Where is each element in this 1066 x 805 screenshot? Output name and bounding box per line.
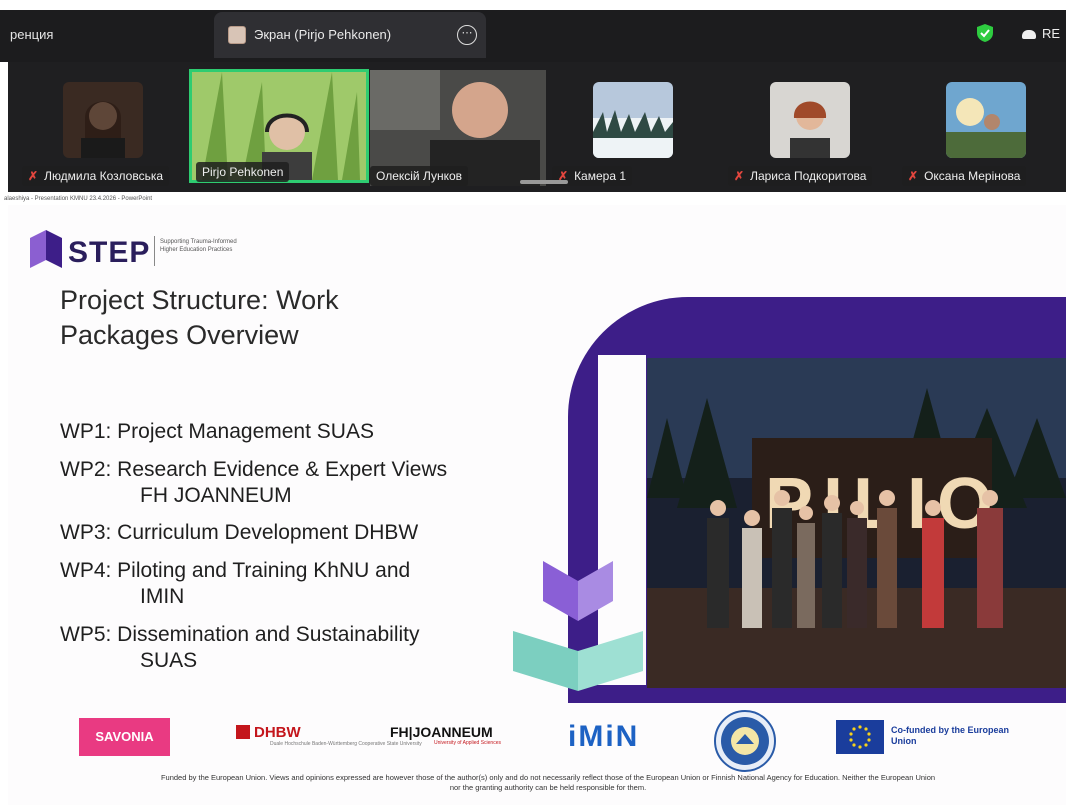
partner-logos: SAVONIA DHBW Duale Hochschule Baden-Württ… [8, 710, 1066, 772]
tab-screen-share-label: Экран (Pirjo Pehkonen) [254, 27, 392, 42]
slide-title: Project Structure: Work Packages Overvie… [60, 285, 339, 350]
participant-video [593, 82, 673, 158]
list-item: WP5: Dissemination and Sustainability SU… [60, 622, 530, 674]
dhbw-mark-icon [236, 725, 250, 739]
shield-icon[interactable] [977, 24, 993, 42]
decorative-book-icon [513, 561, 643, 691]
participant-name: Лариса Подкоритова [750, 169, 867, 183]
more-options-icon[interactable]: ⋯ [457, 25, 477, 45]
wp-line-2: FH JOANNEUM [140, 484, 292, 507]
university-seal-icon [714, 710, 776, 772]
participants-strip: ✗ Людмила Козловська Pirjo Pehkonen Олекс… [8, 62, 1066, 192]
record-label: RE [1042, 26, 1061, 41]
list-item: WP1: Project Management SUAS [60, 419, 530, 445]
strip-scroll-handle[interactable] [520, 180, 568, 184]
step-book-icon [30, 230, 62, 268]
participant-name: Олексій Лунков [376, 169, 463, 183]
participant-name-tag: ✗ Людмила Козловська [22, 166, 170, 186]
mic-off-icon: ✗ [908, 169, 919, 183]
participant-video [946, 82, 1026, 158]
dhbw-logo-text: DHBW [254, 724, 301, 741]
wp-line: WP3: Curriculum Development DHBW [60, 521, 419, 544]
tab-screen-share[interactable]: Экран (Pirjo Pehkonen) ⋯ [214, 12, 486, 58]
wp-line-2: SUAS [140, 649, 198, 672]
group-photo: PILIO [647, 358, 1066, 688]
imin-logo: iMiN [568, 720, 640, 753]
tab-conference[interactable]: ренция [8, 10, 210, 60]
savonia-logo: SAVONIA [79, 718, 170, 756]
participant-tile[interactable]: ✗ Людмила Козловська [18, 70, 188, 186]
participant-name: Камера 1 [574, 169, 627, 183]
participant-name-tag: Олексій Лунков [370, 166, 469, 186]
participant-tile-active[interactable]: Pirjo Pehkonen [189, 69, 369, 183]
presentation-slide: STEP Supporting Trauma-Informed Higher E… [8, 205, 1066, 805]
wp-line: WP2: Research Evidence & Expert Views [60, 458, 448, 481]
logo-separator [154, 236, 155, 266]
participant-name-tag: Pirjo Pehkonen [196, 162, 290, 182]
seal-graphic [721, 717, 769, 765]
participant-name: Людмила Козловська [44, 169, 164, 183]
step-logo-text: STEP [68, 236, 151, 269]
list-item: WP2: Research Evidence & Expert Views FH… [60, 457, 530, 509]
wp-line: WP4: Piloting and Training KhNU and [60, 559, 411, 582]
participant-video [63, 82, 143, 158]
step-logo-tagline: Supporting Trauma-Informed Higher Educat… [160, 239, 237, 253]
screen-share-icon [228, 26, 246, 44]
cloud-icon [1022, 30, 1036, 40]
participant-name-tag: ✗ Лариса Подкоритова [728, 166, 873, 186]
wp-line: WP5: Dissemination and Sustainability [60, 623, 420, 646]
wp-line-2: IMIN [140, 585, 185, 608]
fhj-logo-sub: University of Applied Sciences [434, 740, 501, 746]
participant-tile[interactable]: ✗ Камера 1 [548, 70, 728, 186]
wp-line: WP1: Project Management SUAS [60, 420, 374, 443]
list-item: WP4: Piloting and Training KhNU and IMIN [60, 558, 530, 610]
participant-name: Pirjo Pehkonen [202, 165, 284, 179]
eu-cofunded-text: Co-funded by the European Union [891, 725, 1009, 746]
mic-off-icon: ✗ [28, 169, 39, 183]
participant-tile[interactable]: ✗ Оксана Мерінова [898, 70, 1048, 186]
eu-flag-icon [836, 720, 884, 754]
participant-name: Оксана Мерінова [924, 169, 1021, 183]
powerpoint-window-title: alaeshiya - Presentation KMNU 23.4.2026 … [0, 193, 1066, 205]
participant-video [770, 82, 850, 158]
funding-disclaimer: Funded by the European Union. Views and … [160, 773, 936, 792]
participant-name-tag: ✗ Оксана Мерінова [902, 166, 1027, 186]
mic-off-icon: ✗ [734, 169, 745, 183]
window-top-edge [0, 0, 1066, 10]
record-button[interactable]: RE [1022, 26, 1060, 41]
list-item: WP3: Curriculum Development DHBW [60, 520, 530, 546]
participant-tile[interactable]: ✗ Лариса Подкоритова [724, 70, 896, 186]
fh-joanneum-logo: FH|JOANNEUM University of Applied Science… [390, 724, 501, 746]
participant-tile[interactable]: Олексій Лунков [370, 70, 546, 186]
fhj-logo-text: FH|JOANNEUM [390, 724, 493, 740]
